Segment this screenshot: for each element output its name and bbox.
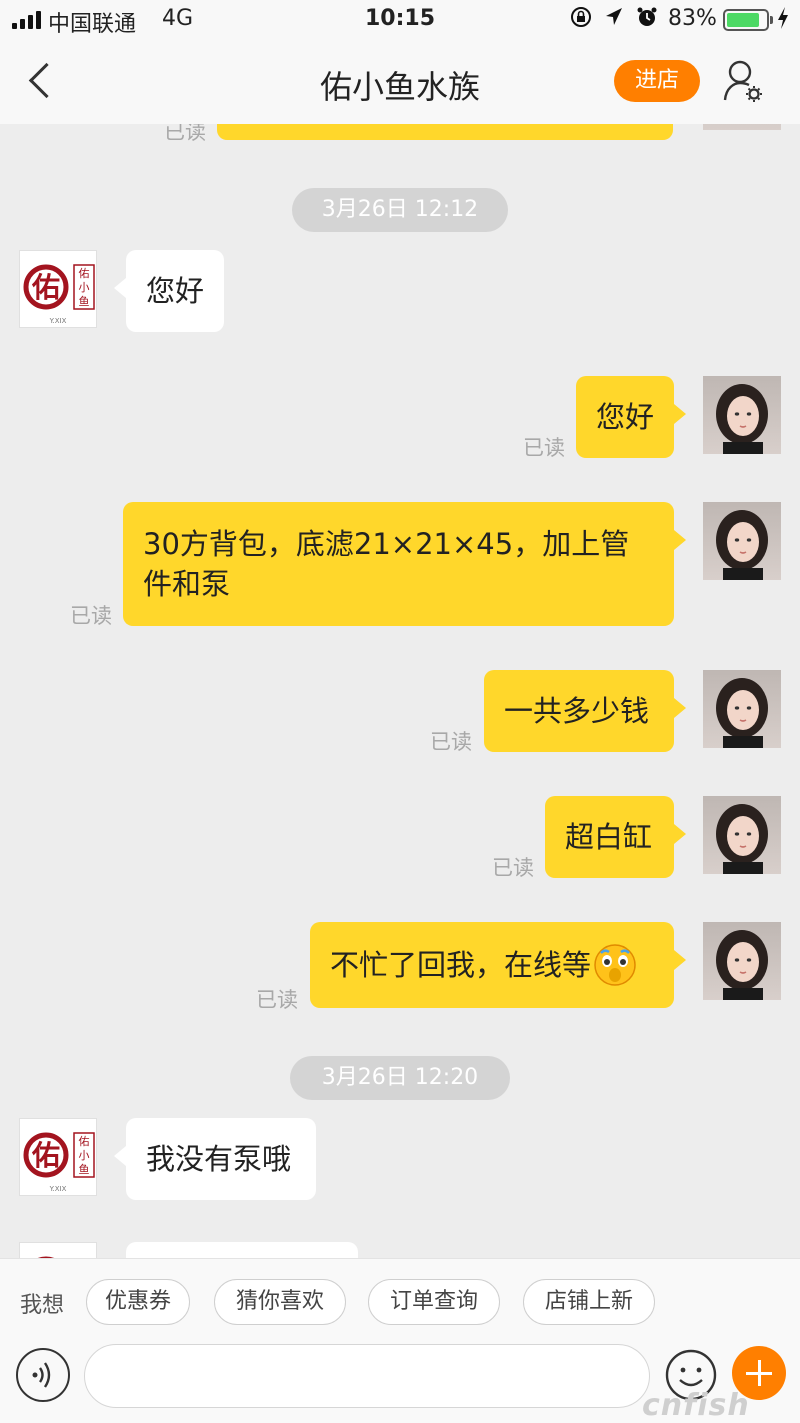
shop-logo-icon: 佑 佑 小 鱼 Y.XIX: [23, 264, 95, 325]
chip-order-query[interactable]: 订单查询: [368, 1279, 500, 1325]
quick-replies-bar: 我想 优惠券 猜你喜欢 订单查询 店铺上新: [0, 1258, 800, 1344]
charging-bolt-icon: [776, 6, 790, 35]
svg-text:鱼: 鱼: [79, 1162, 90, 1176]
user-avatar[interactable]: [703, 922, 781, 1000]
message-bubble[interactable]: 30方背包，底滤21×21×45，加上管件和泵: [123, 502, 686, 626]
read-status: 已读: [256, 988, 298, 1012]
battery-percent: 83%: [668, 6, 717, 31]
read-status: 已读: [164, 124, 206, 144]
user-avatar[interactable]: [703, 670, 781, 748]
timestamp: 3月26日 12:12: [292, 188, 508, 232]
read-status: 已读: [430, 730, 472, 754]
message-bubble[interactable]: 您好: [114, 250, 224, 332]
message-bubble[interactable]: 超白缸: [545, 796, 686, 878]
message-bubble[interactable]: 您好: [576, 376, 686, 458]
status-bar: 中国联通 4G 10:15 83%: [0, 0, 800, 40]
svg-text:佑: 佑: [31, 1139, 60, 1172]
shop-avatar[interactable]: 佑 佑 小 鱼 Y.XIX: [19, 1118, 97, 1196]
read-status: 已读: [523, 436, 565, 460]
chip-guess-you-like[interactable]: 猜你喜欢: [214, 1279, 346, 1325]
shop-logo-icon: 佑 佑 小 鱼 Y.XIX: [23, 1132, 95, 1193]
user-settings-icon[interactable]: [722, 58, 764, 104]
chat-area[interactable]: 已读 3月26日 12:12 佑 佑 小 鱼 Y.XIX 您好 已读 您好 已读…: [0, 124, 800, 1258]
enter-shop-button[interactable]: 进店: [614, 60, 700, 102]
watermark: cnfish: [642, 1388, 750, 1423]
message-bubble-partial[interactable]: [126, 1242, 358, 1258]
svg-text:鱼: 鱼: [79, 294, 90, 308]
user-avatar[interactable]: [703, 124, 781, 130]
crying-emoji-icon: [593, 943, 637, 987]
message-bubble[interactable]: 不忙了回我，在线等: [310, 922, 686, 1008]
nav-bar: 佑小鱼水族 进店: [0, 40, 800, 124]
svg-text:Y.XIX: Y.XIX: [49, 317, 67, 325]
read-status: 已读: [492, 856, 534, 880]
svg-text:佑: 佑: [31, 271, 60, 304]
message-input[interactable]: [84, 1344, 650, 1408]
battery-icon: [723, 9, 773, 31]
read-status: 已读: [70, 604, 112, 628]
location-icon: [604, 6, 624, 33]
quick-replies-label: 我想: [20, 1293, 65, 1318]
svg-text:小: 小: [79, 281, 90, 294]
message-text: 不忙了回我，在线等: [330, 948, 592, 982]
message-bubble[interactable]: 我没有泵哦: [114, 1118, 316, 1200]
message-bubble-partial[interactable]: [217, 124, 673, 140]
shop-avatar[interactable]: 佑 佑 小 鱼 Y.XIX: [19, 250, 97, 328]
shop-avatar[interactable]: [19, 1242, 97, 1258]
chip-new-arrivals[interactable]: 店铺上新: [523, 1279, 655, 1325]
timestamp: 3月26日 12:20: [290, 1056, 510, 1100]
voice-icon[interactable]: [16, 1348, 70, 1402]
alarm-icon: [636, 6, 658, 33]
user-avatar[interactable]: [703, 796, 781, 874]
message-bubble[interactable]: 一共多少钱: [484, 670, 686, 752]
rotation-lock-icon: [570, 6, 592, 33]
svg-text:小: 小: [79, 1149, 90, 1162]
svg-text:Y.XIX: Y.XIX: [49, 1185, 67, 1193]
user-avatar[interactable]: [703, 502, 781, 580]
user-avatar[interactable]: [703, 376, 781, 454]
chip-coupon[interactable]: 优惠券: [86, 1279, 190, 1325]
svg-text:佑: 佑: [79, 1134, 90, 1148]
svg-text:佑: 佑: [79, 266, 90, 280]
